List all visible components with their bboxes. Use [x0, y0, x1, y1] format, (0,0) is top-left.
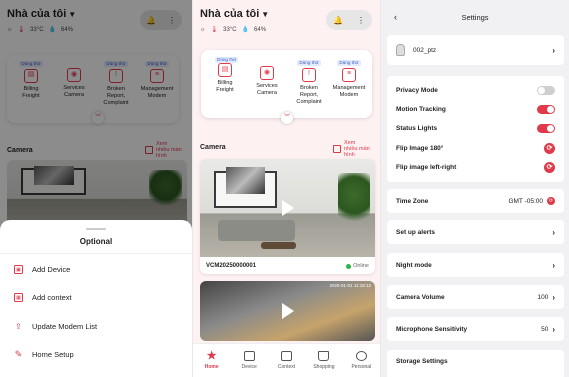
chevron-down-icon: ▼ — [261, 10, 270, 19]
room-artwork — [226, 166, 265, 195]
storage-settings-row[interactable]: Storage Settings — [396, 358, 555, 365]
home-title[interactable]: Nhà của tôi ▼ — [200, 8, 269, 20]
bottom-tab-bar: ★ Home Device Context Shopping Personal — [193, 343, 380, 377]
option-add-device[interactable]: ▣ Add Device — [14, 265, 70, 274]
camera-icon: ◉ — [260, 66, 274, 80]
invoice-icon: ▤ — [218, 63, 232, 77]
star-icon: ★ — [206, 350, 217, 362]
chevron-right-icon: › — [552, 228, 555, 237]
storage-group[interactable]: Storage Settings — [387, 350, 564, 377]
option-add-context[interactable]: ▦ Add context — [14, 293, 72, 302]
tab-device[interactable]: Device — [230, 344, 267, 377]
camera-volume-group[interactable]: Camera Volume 100 › — [387, 285, 564, 309]
status-lights-toggle[interactable] — [537, 124, 555, 133]
service-camera[interactable]: ◉ Services Camera — [247, 66, 287, 97]
toggle-knob — [547, 106, 554, 113]
play-icon[interactable] — [281, 303, 294, 319]
camera-timestamp: 2025-01-01 11:18:12 — [329, 283, 371, 288]
device-group[interactable]: 002_ptz › — [387, 35, 564, 65]
notification-bell-icon[interactable]: 🔔 — [333, 16, 343, 25]
flip-180-row: Flip Image 180° ⟳ — [396, 143, 555, 154]
privacy-mode-row: Privacy Mode — [396, 86, 555, 95]
mic-sensitivity-row[interactable]: Microphone Sensitivity 50 › — [396, 325, 555, 334]
play-icon[interactable] — [281, 200, 294, 216]
humidity-icon: 💧 — [241, 27, 250, 33]
page-title: Settings — [461, 13, 489, 22]
sheet-title: Optional — [79, 237, 113, 246]
toggle-knob — [538, 87, 545, 94]
ptz-camera-icon — [396, 44, 405, 56]
camera-status: Online — [346, 263, 369, 269]
rotate-icon[interactable]: ⟳ — [544, 162, 555, 173]
modem-icon: ≡ — [342, 67, 356, 82]
weather-icon: ☼ — [200, 26, 206, 33]
tab-context[interactable]: Context — [268, 344, 305, 377]
shopping-bag-icon — [318, 351, 330, 361]
camera-card[interactable]: VCM20250000001 Online — [200, 159, 375, 274]
chevron-right-icon: › — [552, 293, 555, 302]
online-dot-icon — [346, 263, 352, 269]
report-icon: ! — [302, 67, 316, 82]
home-with-options-sheet: Nhà của tôi ▼ ☼ 🌡 33°C 💧 64% 🔔 ⋮ Dùng thử ▤ B… — [0, 0, 192, 377]
night-mode-group[interactable]: Night mode › — [387, 253, 564, 277]
more-vertical-icon[interactable]: ⋮ — [357, 16, 365, 25]
home-screen: Nhà của tôi ▼ ☼ 🌡 33°C 💧 64% 🔔 ⋮ Dùng thử ▤ B… — [193, 0, 380, 377]
service-broken-report[interactable]: Dùng thử! Broken Report, Complaint — [289, 60, 329, 106]
setup-alerts-row[interactable]: Set up alerts › — [396, 228, 555, 237]
device-icon — [243, 351, 255, 361]
service-management-modem[interactable]: Dùng thử ≡ Management Modem — [329, 60, 369, 99]
toggle-knob — [547, 125, 554, 132]
camera-name: VCM20250000001 — [206, 263, 257, 269]
alerts-group[interactable]: Set up alerts › — [387, 220, 564, 244]
refresh-icon[interactable]: ⟳ — [547, 197, 555, 205]
rotate-icon[interactable]: ⟳ — [544, 143, 555, 154]
settings-header: ‹ Settings — [381, 0, 569, 32]
tab-personal[interactable]: Personal — [343, 344, 380, 377]
modem-update-icon: ⇪ — [15, 322, 22, 331]
context-icon — [281, 351, 293, 361]
settings-screen: ‹ Settings 002_ptz › Privacy Mode Motion… — [381, 0, 569, 377]
tab-shopping[interactable]: Shopping — [305, 344, 342, 377]
toggles-group: Privacy Mode Motion Tracking Status Ligh… — [387, 76, 564, 182]
privacy-mode-toggle[interactable] — [537, 86, 555, 95]
time-zone-row[interactable]: Time Zone GMT -05:00 ⟳ — [396, 197, 555, 205]
night-mode-row[interactable]: Night mode › — [396, 261, 555, 270]
header-actions: 🔔 ⋮ — [326, 10, 372, 30]
option-update-modem-list[interactable]: ⇪ Update Modem List — [14, 322, 97, 331]
flip-left-right-row: Flip image left-right ⟳ — [396, 162, 555, 173]
room-plant — [338, 172, 370, 228]
motion-tracking-toggle[interactable] — [537, 105, 555, 114]
service-billing-freight[interactable]: Dùng thử ▤ Billing Freight — [205, 57, 245, 94]
edit-pencil-icon: ✎ — [14, 349, 23, 359]
options-bottom-sheet: Optional ▣ Add Device ▦ Add context ⇪ Updat… — [0, 220, 192, 377]
tab-home[interactable]: ★ Home — [193, 344, 230, 377]
view-multi-screen-link[interactable]: Xem nhiều màn hình — [333, 140, 370, 158]
chevron-right-icon: › — [552, 325, 555, 334]
status-lights-row: Status Lights — [396, 124, 555, 133]
weather-info: ☼ 🌡 33°C 💧 64% — [200, 26, 267, 34]
chevron-right-icon: › — [552, 45, 555, 55]
option-home-setup[interactable]: ✎ Home Setup — [14, 349, 74, 359]
grid-icon — [333, 145, 341, 154]
camera-card-2[interactable]: 2025-01-01 11:18:12 — [200, 281, 375, 341]
device-icon: ▣ — [14, 265, 23, 274]
divider — [0, 253, 192, 254]
room-sofa — [217, 219, 295, 242]
thermometer-icon: 🌡 — [210, 27, 219, 33]
chevron-right-icon: › — [552, 261, 555, 270]
camera-preview[interactable] — [200, 159, 375, 257]
services-card: Dùng thử ▤ Billing Freight ◉ Services Camer… — [201, 50, 372, 118]
mic-sensitivity-group[interactable]: Microphone Sensitivity 50 › — [387, 317, 564, 341]
context-icon: ▦ — [14, 293, 23, 302]
motion-tracking-row: Motion Tracking — [396, 105, 555, 114]
room-table — [261, 242, 297, 250]
camera-section-label: Camera — [200, 144, 226, 151]
expand-services-button[interactable]: ︾ — [281, 112, 293, 124]
person-icon — [355, 351, 367, 361]
sheet-handle[interactable] — [86, 228, 106, 230]
time-zone-group[interactable]: Time Zone GMT -05:00 ⟳ — [387, 189, 564, 213]
device-row[interactable]: 002_ptz › — [396, 44, 555, 56]
camera-volume-row[interactable]: Camera Volume 100 › — [396, 293, 555, 302]
